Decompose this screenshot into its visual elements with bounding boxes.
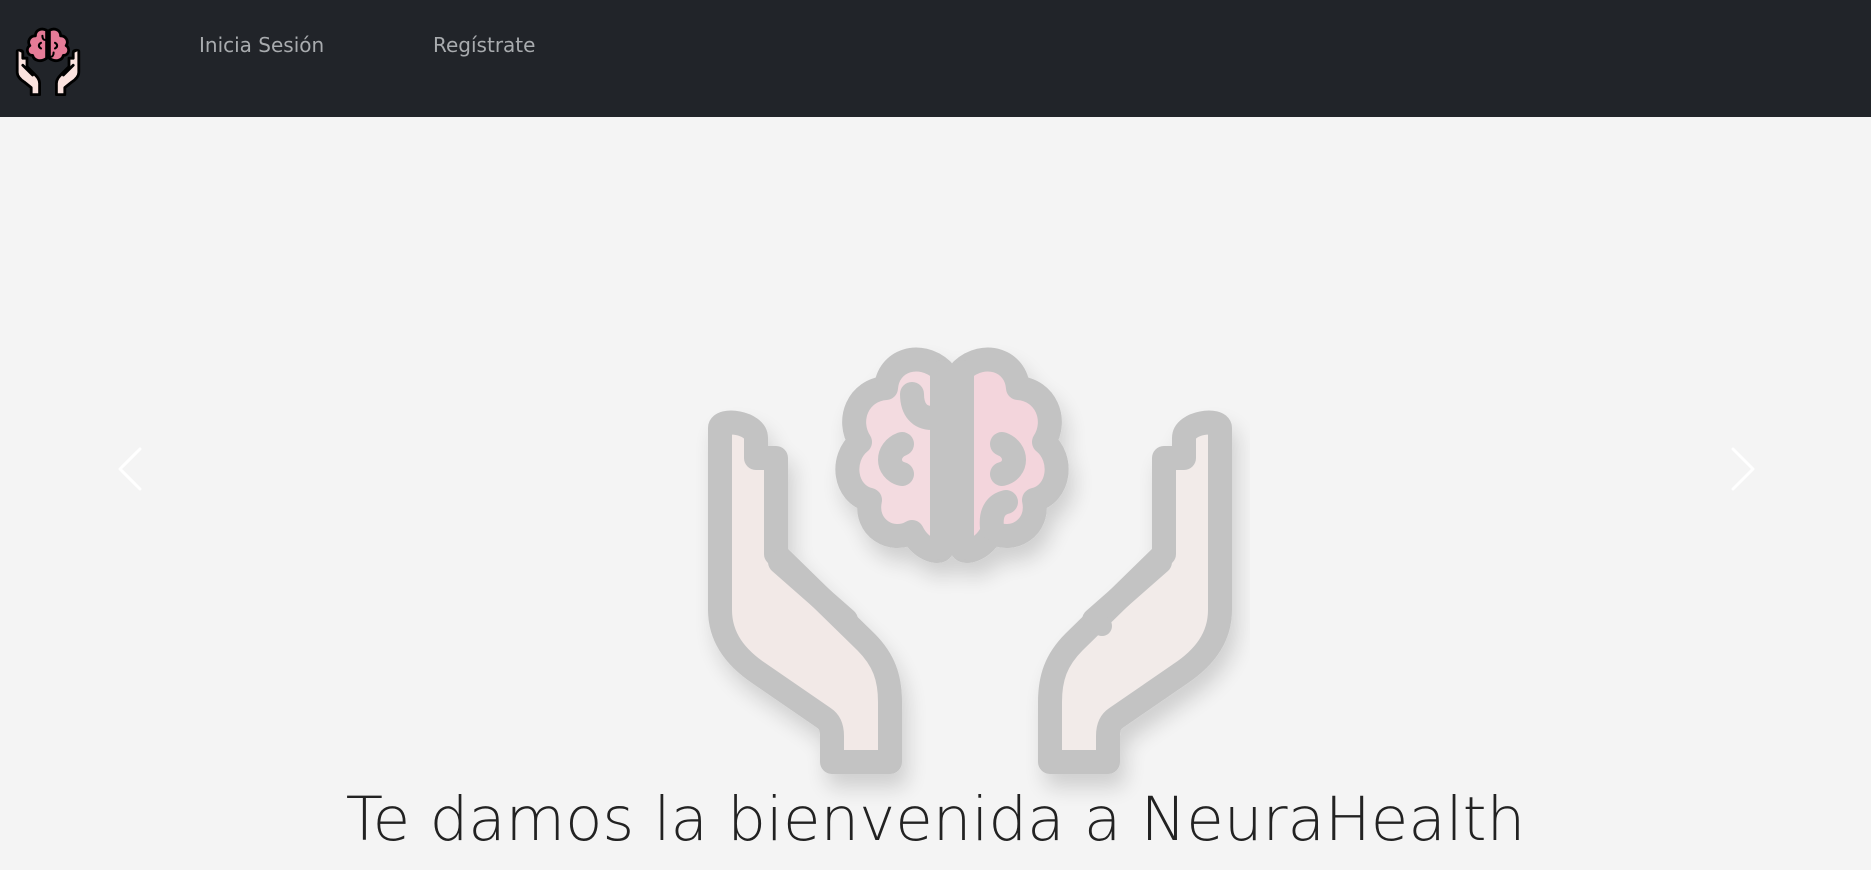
top-navbar: Inicia Sesión Regístrate	[0, 0, 1871, 117]
nav-link-login[interactable]: Inicia Sesión	[199, 30, 324, 60]
welcome-heading: Te damos la bienvenida a NeuraHealth	[345, 784, 1526, 855]
hero-carousel	[0, 117, 1871, 774]
carousel-next-button[interactable]	[1713, 437, 1773, 501]
hands-holding-brain-icon	[690, 232, 1250, 822]
brand-logo-icon[interactable]	[12, 26, 84, 96]
nav-link-register[interactable]: Regístrate	[433, 30, 535, 60]
chevron-right-icon	[1731, 447, 1755, 491]
carousel-prev-button[interactable]	[100, 437, 160, 501]
chevron-left-icon	[118, 447, 142, 491]
